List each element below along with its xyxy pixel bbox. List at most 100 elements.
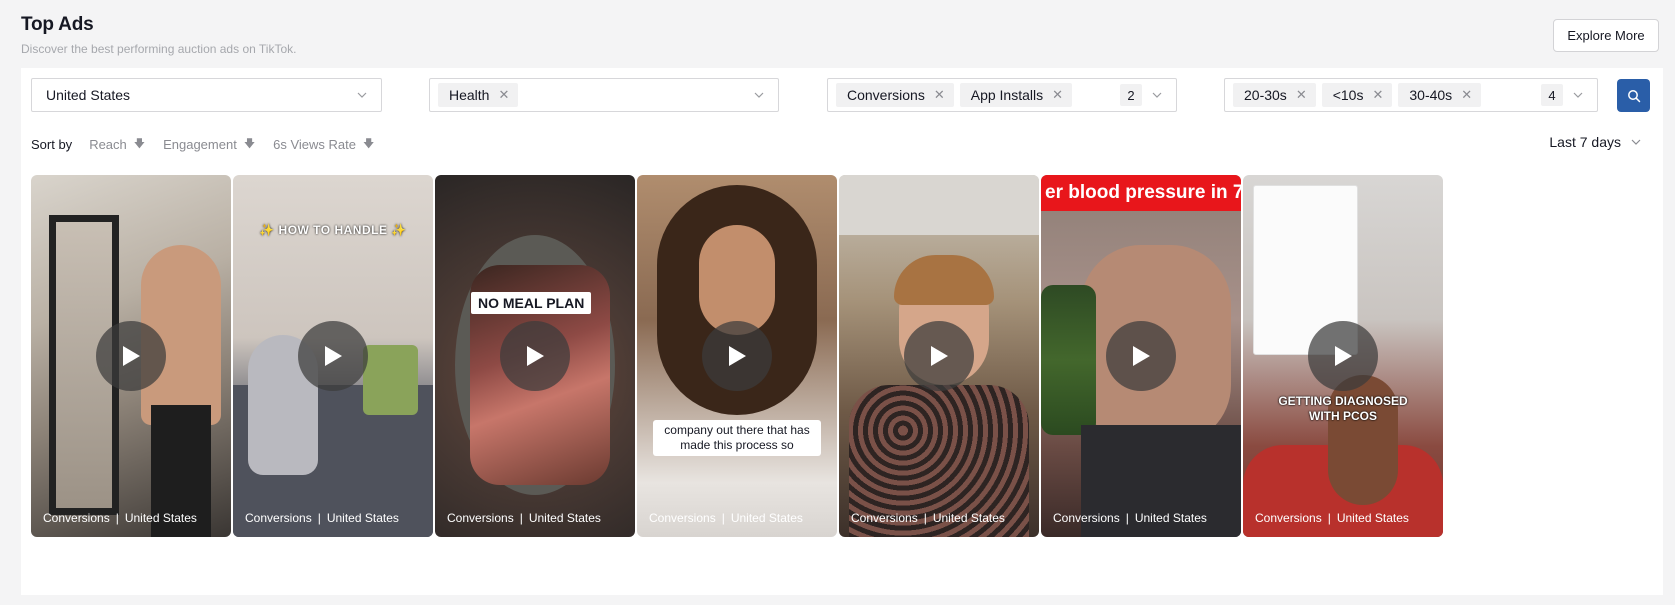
ad-region: United States (1134, 511, 1207, 525)
sort-option-label: Engagement (163, 137, 237, 152)
play-icon (123, 346, 140, 366)
ad-region: United States (528, 511, 601, 525)
arrow-down-icon: 🡇 (362, 138, 375, 150)
objective-chip: App Installs ✕ (959, 83, 1073, 107)
play-button[interactable] (298, 321, 368, 391)
sort-reach[interactable]: Reach 🡇 (89, 135, 145, 154)
play-button[interactable] (904, 321, 974, 391)
sort-option-label: Reach (89, 137, 127, 152)
objective-chip: Conversions ✕ (836, 83, 954, 107)
ad-overlay-text: company out there that has made this pro… (653, 420, 821, 456)
objective-select[interactable]: Conversions ✕ App Installs ✕ 2 (827, 78, 1177, 112)
chip-label: Health (449, 87, 490, 103)
close-icon[interactable]: ✕ (1372, 87, 1383, 103)
duration-chip: 20-30s ✕ (1233, 83, 1316, 107)
face-shape (699, 225, 775, 335)
page-title: Top Ads (21, 14, 94, 35)
sort-label: Sort by (31, 137, 73, 152)
ad-caption: Conversions | United States (447, 511, 601, 525)
ad-region: United States (932, 511, 1005, 525)
play-button[interactable] (500, 321, 570, 391)
period-select[interactable]: Last 7 days (1549, 134, 1643, 150)
search-icon (1627, 89, 1640, 102)
caption-separator: | (923, 511, 927, 525)
search-button[interactable] (1617, 79, 1650, 112)
duration-chip: 30-40s ✕ (1398, 83, 1482, 107)
sort-engagement[interactable]: Engagement 🡇 (163, 135, 255, 154)
play-icon (1335, 346, 1352, 366)
caption-separator: | (115, 511, 119, 525)
play-button[interactable] (1308, 321, 1378, 391)
ad-card[interactable]: NO MEAL PLAN Conversions | United States (435, 175, 635, 537)
play-icon (931, 346, 948, 366)
close-icon[interactable]: ✕ (1461, 87, 1472, 103)
industry-chip: Health ✕ (438, 83, 519, 107)
ad-objective: Conversions (1053, 511, 1120, 525)
ad-caption: Conversions | United States (1255, 511, 1409, 525)
ad-card[interactable]: GETTING DIAGNOSED WITH PCOS Conversions |… (1243, 175, 1443, 537)
caption-separator: | (1327, 511, 1331, 525)
caption-separator: | (1125, 511, 1129, 525)
ceiling-shape (839, 175, 1039, 235)
close-icon[interactable]: ✕ (1052, 87, 1063, 103)
play-icon (729, 346, 746, 366)
cushion-shape (363, 345, 418, 415)
ad-caption: Conversions | United States (245, 511, 399, 525)
chevron-down-icon (1571, 88, 1585, 102)
caption-separator: | (317, 511, 321, 525)
chevron-down-icon (1150, 88, 1164, 102)
industry-select[interactable]: Health ✕ (429, 78, 779, 112)
ad-objective: Conversions (447, 511, 514, 525)
sort-bar: Sort by Reach 🡇 Engagement 🡇 6s Views Ra… (31, 135, 392, 154)
region-select[interactable]: United States (31, 78, 382, 112)
chip-label: App Installs (970, 87, 1044, 103)
play-button[interactable] (702, 321, 772, 391)
selection-count-badge: 4 (1541, 84, 1563, 106)
chip-label: 20-30s (1244, 87, 1287, 103)
period-value: Last 7 days (1549, 134, 1621, 150)
explore-more-button[interactable]: Explore More (1553, 19, 1659, 52)
chip-label: <10s (1332, 87, 1364, 103)
play-icon (1133, 346, 1150, 366)
ad-card[interactable]: Conversions | United States (31, 175, 231, 537)
ad-region: United States (730, 511, 803, 525)
region-value: United States (46, 87, 131, 103)
ad-objective: Conversions (649, 511, 716, 525)
chevron-down-icon (752, 88, 766, 102)
ad-card[interactable]: er blood pressure in 7- Conversions | Unit… (1041, 175, 1241, 537)
duration-chip: <10s ✕ (1321, 83, 1393, 107)
ad-region: United States (1336, 511, 1409, 525)
selection-count-badge: 2 (1120, 84, 1142, 106)
close-icon[interactable]: ✕ (498, 87, 509, 103)
ad-caption: Conversions | United States (649, 511, 803, 525)
close-icon[interactable]: ✕ (934, 87, 945, 103)
ad-objective: Conversions (43, 511, 110, 525)
ad-objective: Conversions (245, 511, 312, 525)
ad-region: United States (326, 511, 399, 525)
chip-label: Conversions (847, 87, 925, 103)
play-icon (527, 346, 544, 366)
ad-caption: Conversions | United States (851, 511, 1005, 525)
ad-region: United States (124, 511, 197, 525)
ad-overlay-text: ✨ HOW TO HANDLE ✨ (259, 223, 407, 237)
ad-objective: Conversions (1255, 511, 1322, 525)
play-button[interactable] (96, 321, 166, 391)
hair-shape (894, 255, 994, 305)
close-icon[interactable]: ✕ (1296, 87, 1307, 103)
supplement-bottle (1041, 285, 1096, 435)
ad-card[interactable]: Conversions | United States (839, 175, 1039, 537)
ad-caption: Conversions | United States (43, 511, 197, 525)
sort-6s-views-rate[interactable]: 6s Views Rate 🡇 (273, 135, 374, 154)
ad-card[interactable]: company out there that has made this pro… (637, 175, 837, 537)
ad-overlay-text: er blood pressure in 7- (1045, 182, 1241, 203)
ad-overlay-text: GETTING DIAGNOSED WITH PCOS (1278, 394, 1408, 423)
chevron-down-icon (1631, 139, 1641, 145)
chevron-down-icon (355, 88, 369, 102)
arrow-down-icon: 🡇 (243, 138, 256, 150)
ad-card[interactable]: ✨ HOW TO HANDLE ✨ Conversions | United Sta… (233, 175, 433, 537)
ad-overlay-text: NO MEAL PLAN (471, 292, 592, 314)
duration-select[interactable]: 20-30s ✕ <10s ✕ 30-40s ✕ 4 (1224, 78, 1598, 112)
play-button[interactable] (1106, 321, 1176, 391)
page-header: Top Ads Discover the best performing auc… (21, 14, 296, 56)
ads-panel: United States Health ✕ Conversions ✕ App… (21, 68, 1663, 595)
